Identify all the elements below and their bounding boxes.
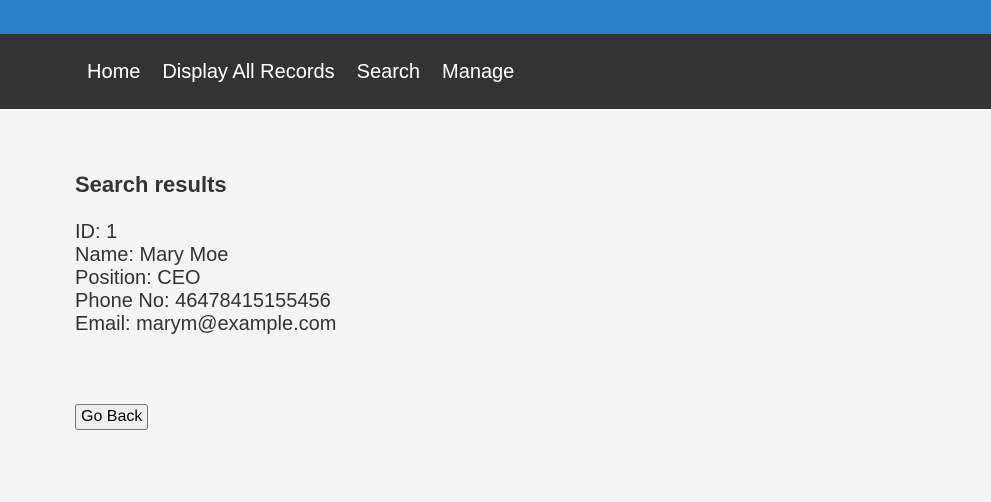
record-id: ID: 1	[75, 221, 118, 243]
record-details: ID: 1 Name: Mary Moe Position: CEO Phone…	[75, 221, 991, 336]
navbar: Home Display All Records Search Manage	[0, 34, 991, 109]
record-phone: Phone No: 46478415155456	[75, 290, 331, 312]
go-back-button[interactable]: Go Back	[75, 404, 149, 430]
nav-link-search[interactable]: Search	[346, 60, 431, 84]
nav-link-manage[interactable]: Manage	[431, 60, 525, 84]
nav-link-display-all-records[interactable]: Display All Records	[151, 60, 345, 84]
page-title: Search results	[75, 172, 227, 197]
record-name: Name: Mary Moe	[75, 244, 229, 266]
record-position: Position: CEO	[75, 267, 201, 289]
record-email: Email: marym@example.com	[75, 313, 337, 335]
main-content: Search results ID: 1 Name: Mary Moe Posi…	[0, 109, 991, 430]
nav-link-home[interactable]: Home	[76, 60, 151, 84]
top-accent-bar	[0, 0, 991, 34]
